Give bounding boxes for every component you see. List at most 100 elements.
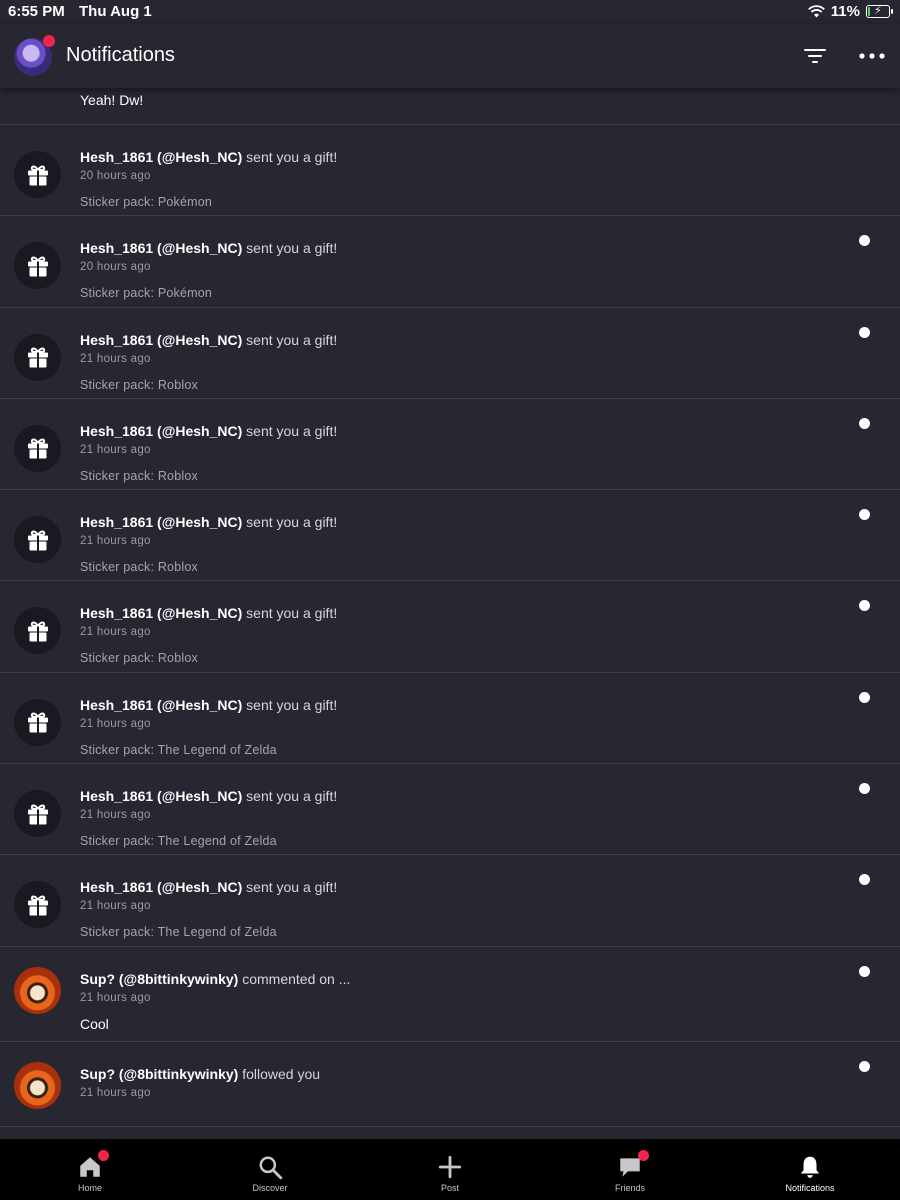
notification-item[interactable]: Hesh_1861 (@Hesh_NC) sent you a gift! 21 … [0,764,900,856]
notification-detail: Sticker pack: The Legend of Zelda [80,742,277,757]
notification-detail: Sticker pack: Pokémon [80,195,213,209]
notification-action: sent you a gift! [242,788,338,805]
tab-label: Home [77,1183,102,1193]
notification-action: sent you a gift! [242,696,338,713]
notification-time: 21 hours ago [80,443,151,456]
notification-action: sent you a gift! [242,514,338,531]
notification-time: 21 hours ago [80,626,151,639]
tab-label: Friends [614,1183,645,1193]
avatar-badge [43,35,55,47]
notification-time: 21 hours ago [80,991,151,1004]
notification-item[interactable]: Sup? (@8bittinkywinky) commented on ... 2… [0,947,900,1042]
status-indicators: 11% ⚡ [807,3,893,20]
profile-avatar-button[interactable] [14,35,55,76]
more-icon[interactable] [858,46,886,66]
comment-text: Cool [80,1015,109,1032]
notification-time: 21 hours ago [80,900,151,913]
notification-action: sent you a gift! [242,422,338,439]
notification-action: sent you a gift! [242,605,338,622]
gift-icon [27,895,48,916]
notification-item[interactable]: Hesh_1861 (@Hesh_NC) sent you a gift! 20 … [0,125,900,217]
notification-item[interactable]: Hesh_1861 (@Hesh_NC) sent you a gift! 21 … [0,308,900,399]
notification-item[interactable]: Hesh_1861 (@Hesh_NC) sent you a gift! 20 … [0,216,900,308]
tab-home[interactable]: Home [0,1139,180,1200]
notification-time: 20 hours ago [80,170,151,182]
notification-user-name[interactable]: Hesh_1861 (@Hesh_NC) [80,332,242,348]
notification-title: Hesh_1861 (@Hesh_NC) sent you a gift! [80,149,337,165]
bell-icon [797,1154,823,1180]
notification-list: Yeah! Dw! Hesh_1861 (@Hesh_NC) sent you … [0,88,900,1127]
plus-icon [437,1154,463,1180]
notification-item[interactable]: Hesh_1861 (@Hesh_NC) sent you a gift! 21 … [0,399,900,491]
user-avatar[interactable] [14,966,61,1014]
gift-icon-circle [14,607,61,655]
tab-friends[interactable]: Friends [540,1139,720,1200]
notification-detail: Sticker pack: Roblox [80,560,198,575]
tab-post[interactable]: Post [360,1139,540,1200]
notification-item[interactable]: Hesh_1861 (@Hesh_NC) sent you a gift! 21 … [0,490,900,582]
notification-user-name[interactable]: Sup? (@8bittinkywinky) [80,971,238,987]
status-time: 6:55 PM [8,3,65,20]
notification-user-name[interactable]: Sup? (@8bittinkywinky) [80,1066,238,1082]
notification-item-partial[interactable]: Yeah! Dw! [0,88,900,125]
notification-user-name[interactable]: Hesh_1861 (@Hesh_NC) [80,697,242,713]
gift-icon-circle [14,151,61,198]
tab-label: Discover [252,1183,288,1193]
user-avatar[interactable] [14,1061,61,1109]
battery-percent: 11% [830,3,860,20]
status-date: Thu Aug 1 [79,3,152,20]
notification-item[interactable]: Hesh_1861 (@Hesh_NC) sent you a gift! 21 … [0,855,900,947]
battery-icon: ⚡ [866,5,893,18]
tab-notifications[interactable]: Notifications [720,1139,900,1200]
notification-time: 21 hours ago [80,1086,151,1099]
notification-item[interactable]: Hesh_1861 (@Hesh_NC) sent you a gift! 21 … [0,673,900,765]
notification-time: 21 hours ago [80,352,151,365]
unread-indicator [859,326,870,338]
notification-detail: Sticker pack: Roblox [80,377,198,392]
notification-item[interactable]: Sup? (@8bittinkywinky) followed you 21 ho… [0,1042,900,1127]
gift-icon-circle [14,424,61,472]
page-title: Notifications [66,44,175,66]
notification-item[interactable]: Hesh_1861 (@Hesh_NC) sent you a gift! 21 … [0,581,900,673]
app-header: Notifications [0,24,900,88]
notification-detail: Sticker pack: The Legend of Zelda [80,834,277,849]
notification-title: Hesh_1861 (@Hesh_NC) sent you a gift! [80,788,337,804]
search-icon [257,1154,283,1180]
unread-indicator [859,965,870,977]
gift-icon [27,804,48,825]
tab-label: Post [440,1183,459,1193]
notification-user-name[interactable]: Hesh_1861 (@Hesh_NC) [80,240,242,256]
notification-title: Hesh_1861 (@Hesh_NC) sent you a gift! [80,879,337,895]
notification-action: sent you a gift! [242,149,338,165]
notification-user-name[interactable]: Hesh_1861 (@Hesh_NC) [80,423,242,439]
notification-user-name[interactable]: Hesh_1861 (@Hesh_NC) [80,788,242,804]
filter-icon[interactable] [803,46,827,66]
gift-icon [27,530,48,551]
unread-indicator [859,691,870,703]
notification-action: sent you a gift! [242,331,338,348]
unread-indicator [859,509,870,521]
notification-user-name[interactable]: Hesh_1861 (@Hesh_NC) [80,879,242,895]
notification-title: Sup? (@8bittinkywinky) commented on ... [80,971,350,987]
tab-discover[interactable]: Discover [180,1139,360,1200]
notification-title: Hesh_1861 (@Hesh_NC) sent you a gift! [80,697,337,713]
gift-icon [27,438,48,459]
gift-icon-circle [14,698,61,746]
chat-icon [617,1150,649,1180]
notification-title: Hesh_1861 (@Hesh_NC) sent you a gift! [80,332,337,348]
notification-user-name[interactable]: Hesh_1861 (@Hesh_NC) [80,605,242,621]
notification-user-name[interactable]: Hesh_1861 (@Hesh_NC) [80,149,242,165]
notification-action: sent you a gift! [242,240,338,257]
notification-action: commented on ... [238,970,351,987]
tab-badge [98,1150,109,1161]
notification-time: 21 hours ago [80,717,151,730]
notification-detail: Sticker pack: Roblox [80,468,198,483]
unread-indicator [859,783,870,795]
notification-user-name[interactable]: Hesh_1861 (@Hesh_NC) [80,514,242,530]
gift-icon-circle [14,516,61,564]
gift-icon-circle [14,242,61,290]
gift-icon [27,347,48,368]
tab-label: Notifications [785,1183,835,1193]
gift-icon [27,165,48,185]
home-icon [77,1150,109,1180]
